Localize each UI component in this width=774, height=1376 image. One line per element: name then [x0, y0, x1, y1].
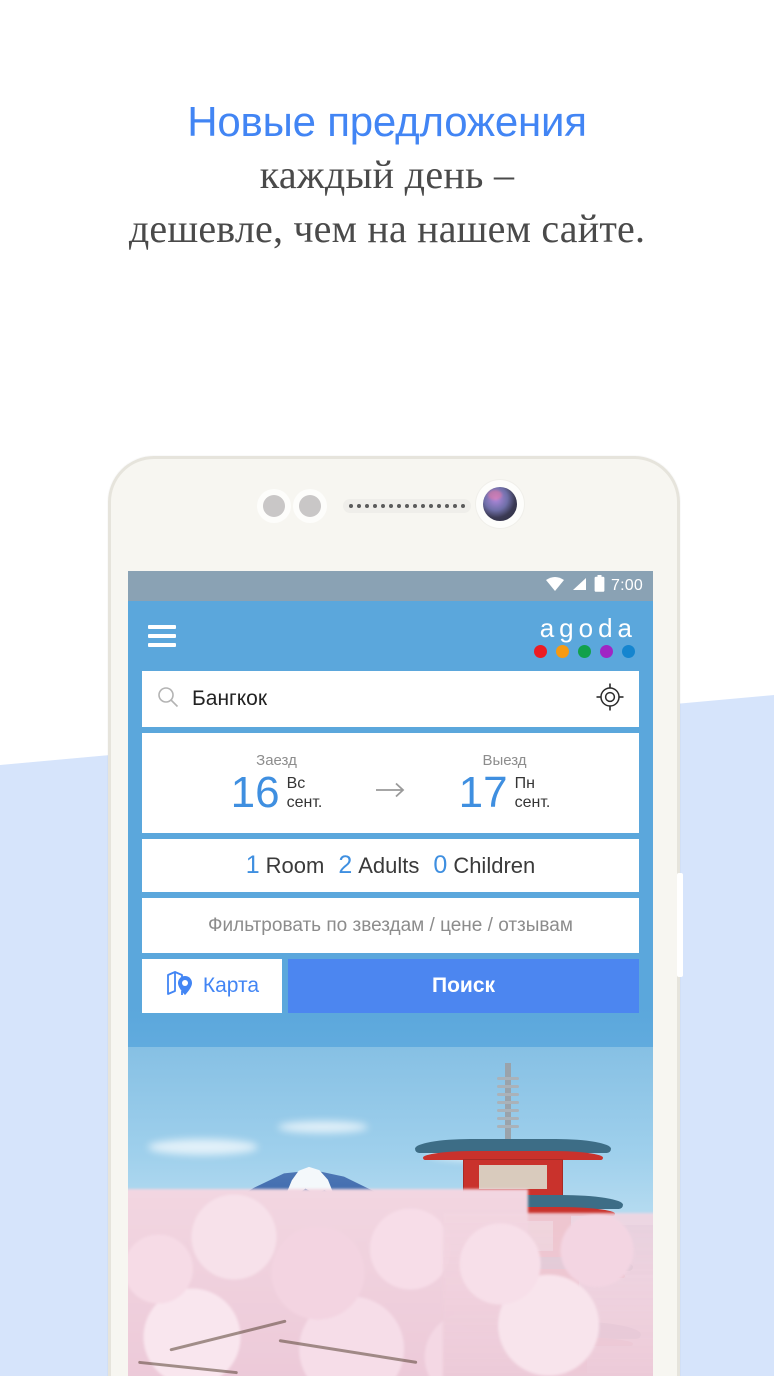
- photo-cherry-blossoms-right: [443, 1213, 653, 1376]
- agoda-logo: agoda: [534, 614, 637, 658]
- rooms-label: Room: [265, 852, 325, 878]
- children-count: 0: [433, 851, 448, 879]
- checkout-day: 17: [458, 767, 508, 817]
- status-bar-clock: 7:00: [611, 577, 643, 594]
- checkout-date[interactable]: Выезд 17 Пн сент.: [421, 752, 589, 815]
- filter-placeholder: Фильтровать по звездам / цене / отзывам: [208, 914, 573, 936]
- pagoda-panel-tier-1: [479, 1165, 547, 1189]
- wifi-icon: [545, 576, 565, 597]
- date-range-selector[interactable]: Заезд 16 Вс сент. Выезд 17 Пн сент.: [142, 733, 639, 833]
- phone-top-bezel: [111, 459, 677, 571]
- search-button-label: Поиск: [431, 974, 496, 997]
- hero-photo: [128, 1047, 653, 1376]
- pagoda-spire-ring: [497, 1117, 519, 1120]
- gps-crosshair-icon[interactable]: [595, 682, 625, 717]
- rooms-count: 1: [245, 851, 260, 879]
- arrow-right-icon: [361, 761, 421, 806]
- logo-dot-purple: [600, 645, 613, 658]
- logo-dot-orange: [556, 645, 569, 658]
- photo-cloud: [148, 1139, 258, 1155]
- battery-full-icon: [594, 575, 605, 597]
- app-header: agoda: [128, 601, 653, 671]
- phone-screen: 7:00 agoda Бангкок Заезд 16 Вс сент. Вые…: [128, 571, 653, 1376]
- light-sensor-icon: [299, 495, 321, 517]
- map-button[interactable]: Карта: [142, 959, 282, 1013]
- logo-dot-green: [578, 645, 591, 658]
- hamburger-menu-icon[interactable]: [148, 620, 176, 652]
- front-camera-icon: [483, 487, 517, 521]
- pagoda-spire-ring: [497, 1109, 519, 1112]
- headline-line-2: каждый день –: [259, 152, 515, 197]
- pagoda-spire-ring: [497, 1085, 519, 1088]
- adults-count: 2: [338, 851, 353, 879]
- agoda-logo-dots: [534, 645, 637, 658]
- phone-power-button[interactable]: [677, 873, 683, 977]
- agoda-app-body: agoda Бангкок Заезд 16 Вс сент. Выезд 17…: [128, 601, 653, 1376]
- pagoda-spire-ring: [497, 1077, 519, 1080]
- android-status-bar: 7:00: [128, 571, 653, 601]
- checkout-weekday: Пн: [514, 774, 535, 792]
- pagoda-spire-ring: [497, 1093, 519, 1096]
- headline-line-3: дешевле, чем на нашем сайте.: [128, 206, 646, 251]
- earpiece-speaker-icon: [343, 499, 471, 513]
- checkout-label: Выезд: [482, 751, 527, 769]
- checkin-weekday: Вс: [286, 774, 306, 792]
- adults-label: Adults: [358, 852, 420, 878]
- photo-cloud: [278, 1121, 368, 1133]
- checkin-label: Заезд: [256, 751, 297, 769]
- checkin-day: 16: [230, 767, 280, 817]
- children-label: Children: [453, 852, 536, 878]
- occupancy-selector[interactable]: 1 Room 2 Adults 0 Children: [142, 839, 639, 892]
- logo-dot-blue: [622, 645, 635, 658]
- destination-search-field[interactable]: Бангкок: [142, 671, 639, 727]
- cellular-signal-icon: [571, 576, 588, 597]
- page-root: Новые предложения каждый день – дешевле,…: [0, 0, 774, 1376]
- checkout-month: сент.: [514, 793, 551, 811]
- logo-dot-red: [534, 645, 547, 658]
- destination-value: Бангкок: [192, 687, 268, 710]
- map-button-label: Карта: [202, 974, 260, 997]
- phone-mockup: 7:00 agoda Бангкок Заезд 16 Вс сент. Вые…: [108, 456, 683, 1376]
- pagoda-spire-ring: [497, 1125, 519, 1128]
- agoda-logo-text: agoda: [539, 613, 637, 643]
- page-title: Новые предложения каждый день – дешевле,…: [0, 96, 774, 256]
- checkin-date[interactable]: Заезд 16 Вс сент.: [193, 752, 361, 815]
- action-button-row: Карта Поиск: [142, 959, 639, 1013]
- search-button[interactable]: Поиск: [288, 959, 639, 1013]
- search-icon: [156, 685, 180, 714]
- pagoda-spire-ring: [497, 1101, 519, 1104]
- checkin-month: сент.: [286, 793, 323, 811]
- headline-line-1: Новые предложения: [187, 98, 587, 145]
- filter-field[interactable]: Фильтровать по звездам / цене / отзывам: [142, 898, 639, 953]
- proximity-sensor-icon: [263, 495, 285, 517]
- map-pin-icon: [165, 969, 195, 1003]
